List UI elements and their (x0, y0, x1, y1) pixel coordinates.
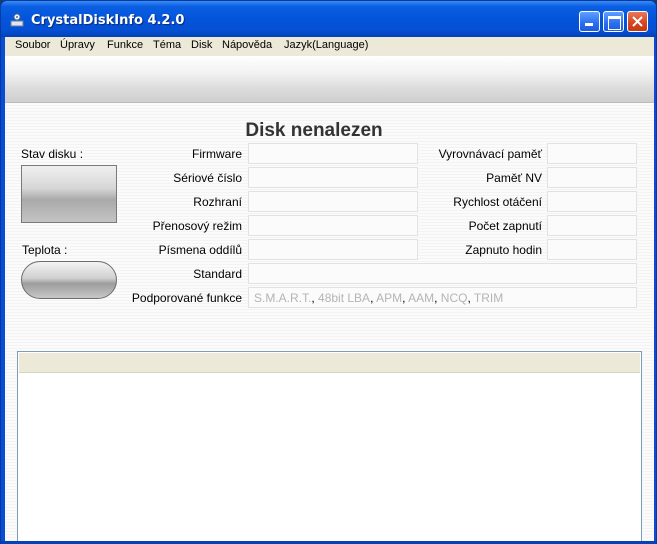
serial-label: Sériové číslo (173, 171, 242, 185)
client-area: Soubor Úpravy Funkce Téma Disk Nápověda … (5, 37, 654, 544)
nv-cache-value (547, 167, 637, 188)
cache-label: Vyrovnávací paměť (438, 147, 542, 161)
power-on-count-label: Počet zapnutí (468, 219, 542, 233)
health-status-button[interactable] (21, 165, 117, 223)
feature-separator: , (434, 291, 441, 305)
serial-value (248, 167, 418, 188)
menu-disk[interactable]: Disk (191, 39, 212, 51)
minimize-icon[interactable] (579, 11, 600, 32)
interface-label: Rozhraní (193, 195, 242, 209)
supported-features-list: S.M.A.R.T., 48bit LBA, APM, AAM, NCQ, TR… (254, 291, 503, 305)
feature-trim: TRIM (473, 291, 504, 305)
feature-aam: AAM (408, 291, 435, 305)
feature-ncq: NCQ (440, 291, 468, 305)
transfer-mode-value (248, 215, 418, 236)
app-window: CrystalDiskInfo 4.2.0 Soubor Úpravy Funk… (0, 0, 657, 544)
drive-letters-value (248, 239, 418, 260)
feature-apm: APM (376, 291, 403, 305)
interface-value (248, 191, 418, 212)
disk-selector-band (5, 56, 654, 103)
menu-jazyk[interactable]: Jazyk(Language) (284, 39, 368, 51)
disk-title: Disk nenalezen (245, 120, 383, 141)
power-on-hours-label: Zapnuto hodin (465, 243, 542, 257)
temperature-label: Teplota : (22, 243, 68, 257)
close-icon[interactable] (627, 11, 648, 32)
status-label: Stav disku : (21, 147, 84, 161)
nv-cache-label: Paměť NV (486, 171, 542, 185)
standard-value (248, 263, 637, 284)
menu-soubor[interactable]: Soubor (15, 39, 50, 51)
rotation-value (547, 191, 637, 212)
menu-funkce[interactable]: Funkce (107, 39, 143, 51)
smart-attribute-list[interactable] (17, 351, 642, 544)
standard-label: Standard (193, 267, 242, 281)
firmware-label: Firmware (192, 147, 242, 161)
menu-napoveda[interactable]: Nápověda (222, 39, 272, 51)
menu-tema[interactable]: Téma (153, 39, 181, 51)
power-on-count-value (547, 215, 637, 236)
rotation-label: Rychlost otáčení (453, 195, 542, 209)
feature-smart: S.M.A.R.T. (254, 291, 312, 305)
features-label: Podporované funkce (131, 291, 242, 305)
maximize-icon[interactable] (603, 11, 624, 32)
menu-upravy[interactable]: Úpravy (60, 39, 95, 51)
cache-value (547, 143, 637, 164)
drive-letters-label: Písmena oddílů (158, 243, 242, 257)
feature-separator: , (311, 291, 319, 305)
transfer-mode-label: Přenosový režim (152, 219, 242, 233)
menu-bar: Soubor Úpravy Funkce Téma Disk Nápověda … (5, 37, 654, 56)
power-on-hours-value (547, 239, 637, 260)
feature-48bit-lba: 48bit LBA (318, 291, 371, 305)
temperature-button[interactable] (21, 261, 117, 299)
title-bar[interactable]: CrystalDiskInfo 4.2.0 (1, 1, 656, 37)
crystaldiskinfo-app-icon[interactable] (9, 12, 25, 28)
smart-list-header[interactable] (19, 353, 640, 373)
disk-info-area: Disk nenalezen Stav disku : Teplota : Fi… (5, 103, 654, 544)
firmware-value (248, 143, 418, 164)
window-title: CrystalDiskInfo 4.2.0 (31, 13, 185, 28)
